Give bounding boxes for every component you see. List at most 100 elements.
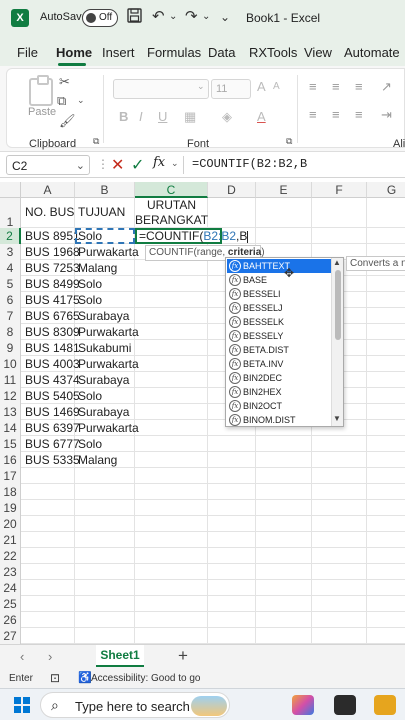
accessibility-status[interactable]: Accessibility: Good to go xyxy=(91,673,201,684)
row-header-24[interactable]: 24 xyxy=(0,580,21,596)
autocomplete-item[interactable]: fx BIN2HEX xyxy=(227,385,331,399)
row-header-2[interactable]: 2 xyxy=(0,228,21,244)
scroll-thumb[interactable] xyxy=(335,270,341,340)
font-size-box[interactable]: 11 xyxy=(211,79,251,99)
row-header-22[interactable]: 22 xyxy=(0,548,21,564)
clipboard-launcher-icon[interactable]: ⧉ xyxy=(93,136,99,147)
cell-c1-line1[interactable]: URUTAN xyxy=(135,198,208,212)
cell-b5[interactable]: Solo xyxy=(78,277,102,291)
row-header-13[interactable]: 13 xyxy=(0,404,21,420)
scroll-down-icon[interactable]: ▼ xyxy=(333,414,341,423)
row-header-15[interactable]: 15 xyxy=(0,436,21,452)
row-header-19[interactable]: 19 xyxy=(0,500,21,516)
cell-b10[interactable]: Purwakarta xyxy=(78,357,139,371)
row-header-6[interactable]: 6 xyxy=(0,292,21,308)
fx-dropdown-icon[interactable]: ⌄ xyxy=(171,158,179,169)
cell-b9[interactable]: Sukabumi xyxy=(78,341,131,355)
accessibility-icon[interactable]: ♿ xyxy=(78,671,92,684)
row-header-3[interactable]: 3 xyxy=(0,244,21,260)
row-header-12[interactable]: 12 xyxy=(0,388,21,404)
italic-icon[interactable]: I xyxy=(139,109,143,124)
cell-b4[interactable]: Malang xyxy=(78,261,117,275)
cell-a4[interactable]: BUS 7253 xyxy=(25,261,80,275)
cell-a9[interactable]: BUS 1481 xyxy=(25,341,80,355)
row-header-18[interactable]: 18 xyxy=(0,484,21,500)
customize-toolbar-icon[interactable]: ⌄ xyxy=(220,8,230,26)
align-bottom-icon[interactable]: ≡ xyxy=(355,79,363,94)
row-header-8[interactable]: 8 xyxy=(0,324,21,340)
bold-icon[interactable]: B xyxy=(119,109,128,124)
name-box[interactable]: C2 ⌄ xyxy=(6,155,90,175)
cell-a11[interactable]: BUS 4374 xyxy=(25,373,80,387)
orientation-icon[interactable]: ↗ xyxy=(381,79,392,95)
tab-data[interactable]: Data xyxy=(208,45,235,60)
row-header-5[interactable]: 5 xyxy=(0,276,21,292)
worksheet-grid[interactable]: A B C D E F G 1 2 3 4 5 6 7 8 9 10 11 12 13 14 15 16 17 1… xyxy=(0,178,405,644)
chevron-right-icon[interactable]: › xyxy=(48,649,52,664)
undo-icon[interactable]: ↶ xyxy=(152,8,165,26)
cell-b1[interactable]: TUJUAN xyxy=(78,205,125,219)
column-header-d[interactable]: D xyxy=(208,182,256,198)
windows-start-icon[interactable] xyxy=(14,697,30,713)
tab-insert[interactable]: Insert xyxy=(102,45,135,60)
cell-c1-line2[interactable]: BERANGKAT xyxy=(135,213,208,227)
autocomplete-item[interactable]: fx BESSELY xyxy=(227,329,331,343)
row-header-14[interactable]: 14 xyxy=(0,420,21,436)
font-color-icon[interactable]: A xyxy=(257,109,266,124)
cell-a13[interactable]: BUS 1469 xyxy=(25,405,80,419)
autocomplete-item[interactable]: fx BETA.INV xyxy=(227,357,331,371)
cell-b16[interactable]: Malang xyxy=(78,453,117,467)
undo-dropdown-icon[interactable]: ⌄ xyxy=(169,8,177,26)
cell-b3[interactable]: Purwakarta xyxy=(78,245,139,259)
row-header-21[interactable]: 21 xyxy=(0,532,21,548)
autocomplete-item[interactable]: fx BAHTTEXT xyxy=(227,259,331,273)
row-header-23[interactable]: 23 xyxy=(0,564,21,580)
chevron-down-icon[interactable]: ⌄ xyxy=(76,159,85,172)
cell-a16[interactable]: BUS 5335 xyxy=(25,453,80,467)
cell-b6[interactable]: Solo xyxy=(78,293,102,307)
select-all-corner[interactable] xyxy=(0,182,21,198)
column-header-e[interactable]: E xyxy=(256,182,312,198)
cell-c2-editing[interactable]: =COUNTIF(B2:B2,B xyxy=(139,229,249,243)
align-center-icon[interactable]: ≡ xyxy=(332,107,340,122)
paste-label[interactable]: Paste xyxy=(28,106,56,118)
cell-b11[interactable]: Surabaya xyxy=(78,373,129,387)
cell-b13[interactable]: Surabaya xyxy=(78,405,129,419)
cut-icon[interactable]: ✂ xyxy=(59,74,70,90)
cell-a8[interactable]: BUS 8309 xyxy=(25,325,80,339)
column-header-b[interactable]: B xyxy=(75,182,135,198)
autocomplete-item[interactable]: fx BINOM.DIST xyxy=(227,413,331,426)
column-header-c[interactable]: C xyxy=(135,182,208,198)
row-header-1[interactable]: 1 xyxy=(0,198,21,229)
autocomplete-item[interactable]: fx BIN2OCT xyxy=(227,399,331,413)
add-sheet-icon[interactable]: + xyxy=(178,646,188,666)
copy-dropdown-icon[interactable]: ⌄ xyxy=(77,95,85,106)
autocomplete-scrollbar[interactable]: ▲ ▼ xyxy=(331,258,343,426)
font-launcher-icon[interactable]: ⧉ xyxy=(286,136,292,147)
row-header-27[interactable]: 27 xyxy=(0,628,21,644)
cell-a15[interactable]: BUS 6777 xyxy=(25,437,80,451)
insert-function-icon[interactable]: fx xyxy=(153,155,165,170)
cell-a10[interactable]: BUS 4003 xyxy=(25,357,80,371)
cancel-icon[interactable]: ✕ xyxy=(111,155,124,175)
cell-a3[interactable]: BUS 1968 xyxy=(25,245,80,259)
column-header-g[interactable]: G xyxy=(367,182,405,198)
row-header-9[interactable]: 9 xyxy=(0,340,21,356)
macro-record-icon[interactable]: ⊡ xyxy=(50,671,60,685)
autocomplete-item[interactable]: fx BESSELI xyxy=(227,287,331,301)
column-header-f[interactable]: F xyxy=(312,182,367,198)
sheet-tab-sheet1[interactable]: Sheet1 xyxy=(96,645,144,667)
copilot-icon[interactable] xyxy=(292,695,314,715)
cell-b14[interactable]: Purwakarta xyxy=(78,421,139,435)
cell-a2[interactable]: BUS 8951 xyxy=(25,229,80,243)
format-painter-icon[interactable]: 🖌 xyxy=(59,113,76,129)
cell-b8[interactable]: Purwakarta xyxy=(78,325,139,339)
cell-a14[interactable]: BUS 6397 xyxy=(25,421,80,435)
redo-dropdown-icon[interactable]: ⌄ xyxy=(202,8,210,26)
row-header-7[interactable]: 7 xyxy=(0,308,21,324)
row-header-11[interactable]: 11 xyxy=(0,372,21,388)
redo-icon[interactable]: ↷ xyxy=(185,8,198,26)
autocomplete-item[interactable]: fx BIN2DEC xyxy=(227,371,331,385)
copy-icon[interactable]: ⧉ xyxy=(57,93,66,109)
autocomplete-list[interactable]: fx BAHTTEXT fx BASE fx BESSELI fx BESSELJ fx BESS… xyxy=(225,257,344,427)
